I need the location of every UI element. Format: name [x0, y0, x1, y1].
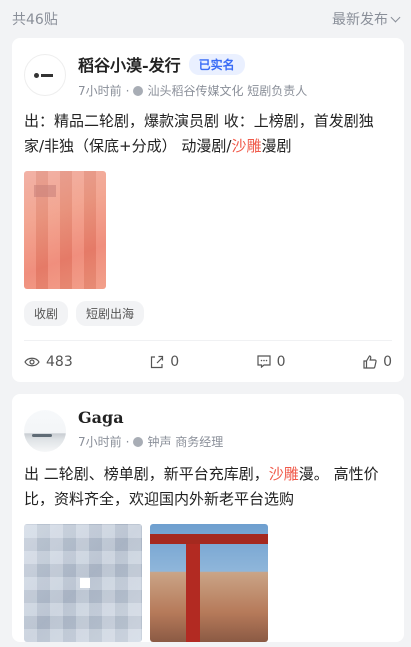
keyword-highlight: 沙雕	[231, 137, 262, 155]
author-org: 汕头稻谷传媒文化 短剧负责人	[147, 84, 308, 98]
post-tags: 收剧 短剧出海	[24, 301, 392, 326]
share-icon	[151, 355, 164, 368]
list-header: 共46贴 最新发布	[0, 0, 411, 38]
views-counter: 483	[24, 354, 73, 370]
post-images	[24, 171, 392, 289]
post-actions: 483 0 0 0	[24, 340, 392, 382]
post-count: 共46贴	[12, 12, 58, 28]
post-header: 稻谷小漠-发行 已实名 7小时前 · 汕头稻谷传媒文化 短剧负责人	[24, 52, 392, 99]
content-text: 出 二轮剧、榜单剧，新平台充库剧，	[24, 465, 269, 483]
tag[interactable]: 短剧出海	[76, 301, 145, 326]
author-org: 钟声 商务经理	[147, 435, 224, 449]
comment-icon	[257, 355, 271, 368]
post-header: Gaga 7小时前 · 钟声 商务经理	[24, 408, 392, 452]
thumbs-up-icon	[363, 354, 377, 369]
organization-icon	[133, 436, 144, 447]
content-text: 出：精品二轮剧，爆款演员剧 收：上榜剧，首发剧独家/非独（保底+分成） 动漫剧/	[24, 112, 374, 155]
tag[interactable]: 收剧	[24, 301, 69, 326]
author-name[interactable]: Gaga	[78, 408, 124, 427]
post-meta: 7小时前 · 钟声 商务经理	[78, 434, 224, 450]
post-card[interactable]: Gaga 7小时前 · 钟声 商务经理 出 二轮剧、榜单剧，新平台充库剧，沙雕漫…	[12, 394, 404, 642]
post-meta: 7小时前 · 汕头稻谷传媒文化 短剧负责人	[78, 83, 308, 99]
post-time: 7小时前	[78, 84, 122, 98]
organization-icon	[133, 85, 144, 96]
like-button[interactable]: 0	[363, 354, 392, 370]
share-button[interactable]: 0	[150, 354, 179, 370]
sort-label: 最新发布	[332, 12, 388, 28]
comment-button[interactable]: 0	[257, 354, 286, 370]
avatar[interactable]	[24, 54, 66, 96]
verified-badge: 已实名	[188, 53, 245, 75]
avatar[interactable]	[24, 410, 66, 452]
post-image[interactable]	[150, 524, 268, 642]
eye-icon	[24, 357, 40, 366]
post-image[interactable]	[24, 524, 142, 642]
post-time: 7小时前	[78, 435, 122, 449]
content-text: 漫剧	[261, 137, 292, 155]
company-logo-icon	[34, 70, 56, 80]
post-content[interactable]: 出 二轮剧、榜单剧，新平台充库剧，沙雕漫。 高性价比，资料齐全，欢迎国内外新老平…	[24, 462, 392, 512]
keyword-highlight: 沙雕	[268, 465, 299, 483]
chevron-down-icon	[390, 12, 401, 22]
post-image[interactable]	[24, 171, 106, 289]
post-card[interactable]: 稻谷小漠-发行 已实名 7小时前 · 汕头稻谷传媒文化 短剧负责人 出：精品二轮…	[12, 38, 404, 382]
post-images	[24, 524, 392, 642]
post-content[interactable]: 出：精品二轮剧，爆款演员剧 收：上榜剧，首发剧独家/非独（保底+分成） 动漫剧/…	[24, 109, 392, 159]
sort-dropdown[interactable]: 最新发布	[332, 9, 401, 29]
author-name[interactable]: 稻谷小漠-发行	[78, 52, 181, 76]
